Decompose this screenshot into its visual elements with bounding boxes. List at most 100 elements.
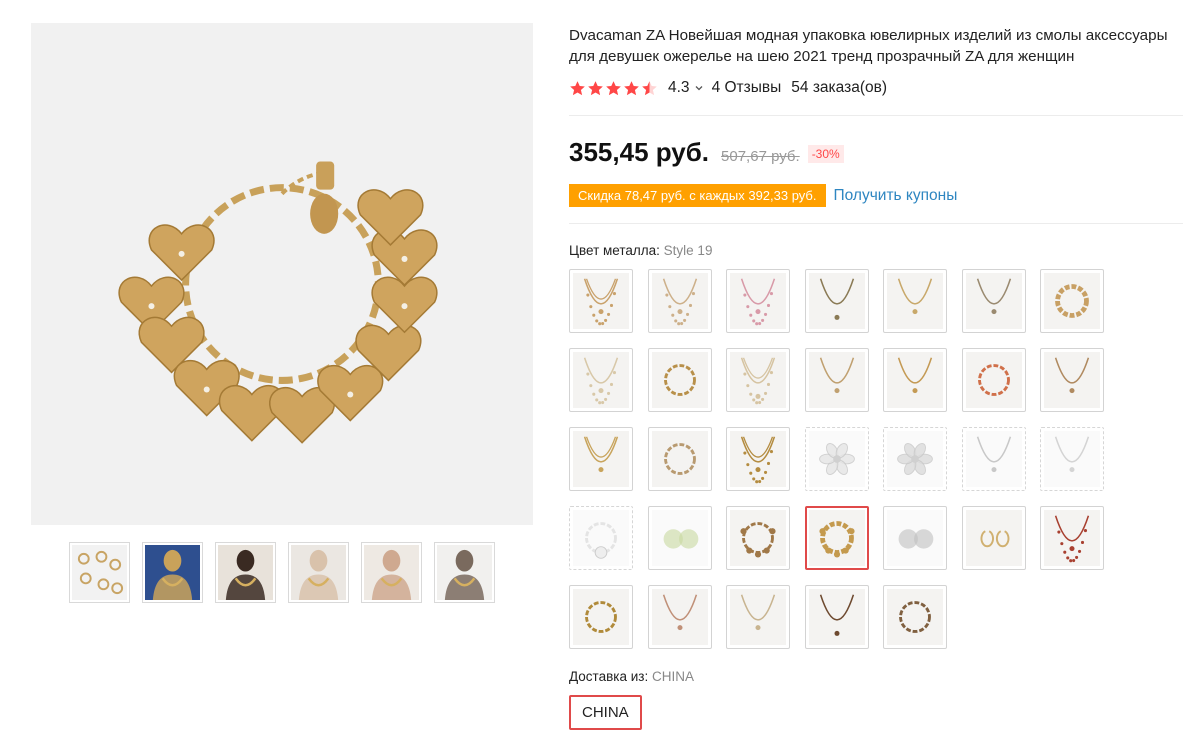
sku-option[interactable]	[647, 506, 712, 570]
sku-option[interactable]	[647, 427, 712, 491]
sku-thumbnail-image	[651, 431, 708, 487]
sku-thumbnail-image	[808, 352, 865, 408]
star-icon	[588, 80, 603, 95]
sku-option[interactable]	[647, 348, 712, 412]
sku-option[interactable]	[569, 269, 633, 333]
sku-option[interactable]	[647, 585, 712, 649]
sku-thumbnail-image	[887, 352, 943, 408]
star-icon	[570, 80, 585, 95]
sku-thumbnail-image	[651, 510, 708, 566]
shipping-label: Доставка из: CHINA	[569, 669, 694, 684]
chevron-down-icon[interactable]	[694, 83, 704, 93]
sku-selected-value: Style 19	[663, 243, 713, 258]
sku-options-grid	[569, 269, 1129, 649]
gallery-thumbnail-image	[437, 545, 492, 600]
star-icon	[624, 80, 639, 95]
gallery-thumbnail[interactable]	[142, 542, 203, 603]
sku-option[interactable]	[883, 427, 947, 491]
gallery-thumbnail[interactable]	[215, 542, 276, 603]
sku-thumbnail-image	[730, 352, 786, 408]
sku-option[interactable]	[726, 348, 790, 412]
sku-option[interactable]	[883, 348, 947, 412]
sku-thumbnail-image	[651, 273, 708, 329]
sku-thumbnail-image	[808, 589, 865, 645]
sku-thumbnail-image	[573, 352, 629, 408]
sku-option[interactable]	[804, 427, 869, 491]
star-icon	[606, 80, 621, 95]
sku-option[interactable]	[726, 427, 790, 491]
sku-option[interactable]	[961, 348, 1026, 412]
sku-option[interactable]	[569, 348, 633, 412]
gallery-thumbnails	[69, 542, 495, 603]
bracelet-image	[31, 23, 533, 525]
sku-option[interactable]	[961, 269, 1026, 333]
sku-thumbnail-image	[651, 352, 708, 408]
sku-thumbnail-image	[730, 510, 786, 566]
sku-option[interactable]	[804, 506, 869, 570]
sku-thumbnail-image	[887, 273, 943, 329]
price-row: 355,45 руб. 507,67 руб. -30%	[569, 137, 844, 168]
coupon-row: Скидка 78,47 руб. с каждых 392,33 руб. П…	[569, 184, 957, 207]
sku-option[interactable]	[726, 585, 790, 649]
gallery-thumbnail[interactable]	[288, 542, 349, 603]
gallery-thumbnail[interactable]	[434, 542, 495, 603]
sku-option[interactable]	[1040, 427, 1104, 491]
sku-thumbnail-image	[1044, 273, 1100, 329]
sku-option[interactable]	[883, 585, 947, 649]
sku-option[interactable]	[1040, 269, 1104, 333]
sku-option[interactable]	[1040, 506, 1104, 570]
sku-option[interactable]	[726, 506, 790, 570]
sku-option[interactable]	[647, 269, 712, 333]
sku-thumbnail-image	[573, 510, 629, 566]
divider	[569, 115, 1183, 116]
sku-thumbnail-image	[1044, 352, 1100, 408]
sku-thumbnail-image	[573, 589, 629, 645]
sku-option[interactable]	[726, 269, 790, 333]
gallery-thumbnail[interactable]	[69, 542, 130, 603]
gallery-thumbnail[interactable]	[361, 542, 422, 603]
sku-thumbnail-image	[965, 352, 1022, 408]
sku-option[interactable]	[1040, 348, 1104, 412]
main-product-image[interactable]	[31, 23, 533, 525]
rating-row: 4.3 4 Отзывы 54 заказа(ов)	[569, 78, 887, 98]
gallery-thumbnail-image	[218, 545, 273, 600]
shipping-from-value: CHINA	[651, 669, 694, 684]
sku-option[interactable]	[569, 427, 633, 491]
sku-thumbnail-image	[887, 589, 943, 645]
sku-option[interactable]	[569, 506, 633, 570]
sku-option[interactable]	[883, 506, 947, 570]
sku-option[interactable]	[804, 585, 869, 649]
gallery-thumbnail-image	[145, 545, 200, 600]
shipping-label-text: Доставка из:	[569, 669, 649, 684]
sku-label-text: Цвет металла:	[569, 243, 660, 258]
star-icon	[642, 80, 657, 95]
sku-thumbnail-image	[1044, 510, 1100, 566]
sku-option[interactable]	[961, 506, 1026, 570]
current-price: 355,45 руб.	[569, 137, 710, 167]
reviews-link[interactable]: 4 Отзывы	[712, 79, 782, 97]
rating-stars	[569, 80, 658, 97]
sku-option[interactable]	[569, 585, 633, 649]
sku-thumbnail-image	[808, 510, 865, 566]
sku-thumbnail-image	[808, 273, 865, 329]
sku-option[interactable]	[883, 269, 947, 333]
sku-thumbnail-image	[1044, 431, 1100, 487]
shipping-option-china[interactable]: CHINA	[569, 695, 642, 730]
sku-thumbnail-image	[887, 510, 943, 566]
divider	[569, 223, 1183, 224]
old-price: 507,67 руб.	[721, 148, 800, 165]
sku-thumbnail-image	[965, 273, 1022, 329]
sku-thumbnail-image	[965, 431, 1022, 487]
sku-thumbnail-image	[887, 431, 943, 487]
sku-thumbnail-image	[730, 273, 786, 329]
sku-option[interactable]	[961, 427, 1026, 491]
rating-value[interactable]: 4.3	[668, 79, 690, 97]
gallery-thumbnail-image	[291, 545, 346, 600]
sku-option[interactable]	[804, 269, 869, 333]
sku-option[interactable]	[804, 348, 869, 412]
discount-badge: -30%	[807, 145, 844, 163]
sku-thumbnail-image	[573, 273, 629, 329]
get-coupons-link[interactable]: Получить купоны	[834, 187, 958, 205]
sku-thumbnail-image	[651, 589, 708, 645]
sku-thumbnail-image	[730, 589, 786, 645]
